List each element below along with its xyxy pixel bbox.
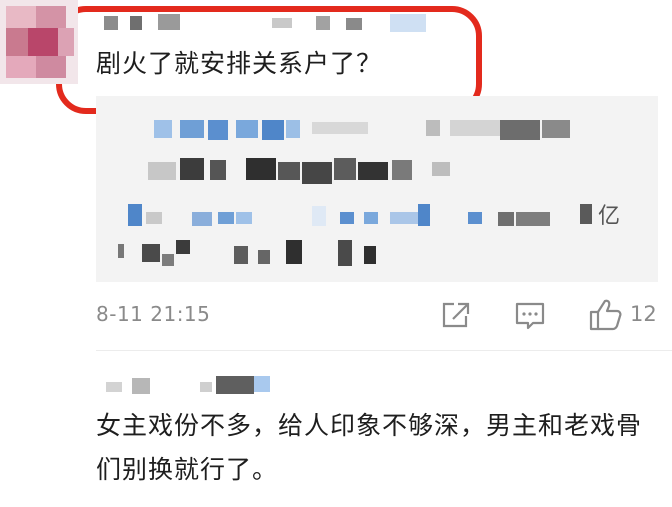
thumbs-up-icon [589, 299, 622, 331]
comment-icon [515, 302, 545, 330]
reply-button[interactable] [514, 300, 546, 332]
comment-divider [96, 350, 672, 351]
commenter-username-blurred[interactable] [100, 376, 280, 396]
share-button[interactable] [440, 300, 472, 330]
comment-text: 剧火了就安排关系户了？ [96, 49, 383, 78]
share-icon [442, 302, 470, 328]
like-button[interactable] [588, 298, 624, 332]
quote-text-fragment: 亿 [598, 204, 621, 229]
comment-timestamp: 8-11 21:15 [96, 302, 211, 326]
comment-text: 女主戏份不多，给人印象不够深，男主和老戏骨们别换就行了。 [96, 411, 643, 484]
like-count: 12 [630, 302, 657, 326]
quoted-content-blurred[interactable] [96, 96, 658, 282]
